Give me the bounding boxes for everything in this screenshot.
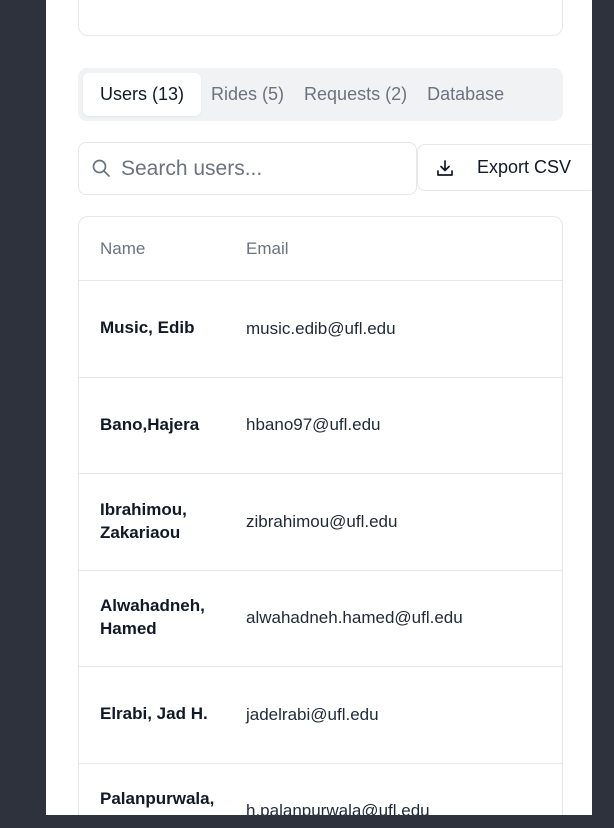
- tab-requests[interactable]: Requests (2): [294, 73, 417, 116]
- user-email-cell: hbano97@ufl.edu: [246, 415, 381, 435]
- table-row[interactable]: Bano,Hajera hbano97@ufl.edu: [79, 378, 562, 474]
- table-row[interactable]: Ibrahimou, Zakariaou zibrahimou@ufl.edu: [79, 474, 562, 571]
- summary-card: [78, 0, 563, 36]
- users-table: Name Email Music, Edib music.edib@ufl.ed…: [78, 216, 563, 815]
- search-icon: [92, 159, 110, 177]
- user-email-cell: h.palanpurwala@ufl.edu: [246, 801, 430, 815]
- table-row[interactable]: Music, Edib music.edib@ufl.edu: [79, 281, 562, 378]
- user-name-cell: Bano,Hajera: [100, 414, 200, 434]
- column-header-email[interactable]: Email: [246, 239, 562, 259]
- table-header: Name Email: [79, 217, 562, 281]
- tab-users[interactable]: Users (13): [83, 73, 201, 116]
- user-name-cell: Ibrahimou, Zakariaou: [100, 499, 187, 542]
- column-header-name[interactable]: Name: [79, 239, 246, 259]
- user-name-cell: Palanpurwala, Hussain: [100, 789, 215, 815]
- table-row[interactable]: Alwahadneh, Hamed alwahadneh.hamed@ufl.e…: [79, 571, 562, 667]
- user-email-cell: alwahadneh.hamed@ufl.edu: [246, 608, 463, 628]
- tab-rides[interactable]: Rides (5): [201, 73, 294, 116]
- search-input[interactable]: [121, 156, 401, 181]
- user-name-cell: Music, Edib: [100, 318, 195, 338]
- user-name-cell: Elrabi, Jad H.: [100, 704, 208, 724]
- export-csv-label: Export CSV: [477, 157, 572, 177]
- tab-bar: Users (13) Rides (5) Requests (2) Databa…: [78, 68, 563, 121]
- user-email-cell: zibrahimou@ufl.edu: [246, 511, 398, 531]
- admin-panel: Users (13) Rides (5) Requests (2) Databa…: [46, 0, 592, 815]
- download-icon: [437, 159, 453, 176]
- user-name-cell: Alwahadneh, Hamed: [100, 596, 205, 639]
- tab-database[interactable]: Database: [417, 73, 514, 116]
- user-email-cell: jadelrabi@ufl.edu: [246, 704, 379, 724]
- table-row[interactable]: Elrabi, Jad H. jadelrabi@ufl.edu: [79, 667, 562, 764]
- user-email-cell: music.edib@ufl.edu: [246, 318, 396, 338]
- table-row[interactable]: Palanpurwala, Hussain h.palanpurwala@ufl…: [79, 764, 562, 815]
- export-csv-button[interactable]: Export CSV: [417, 144, 592, 191]
- search-box: [78, 142, 417, 195]
